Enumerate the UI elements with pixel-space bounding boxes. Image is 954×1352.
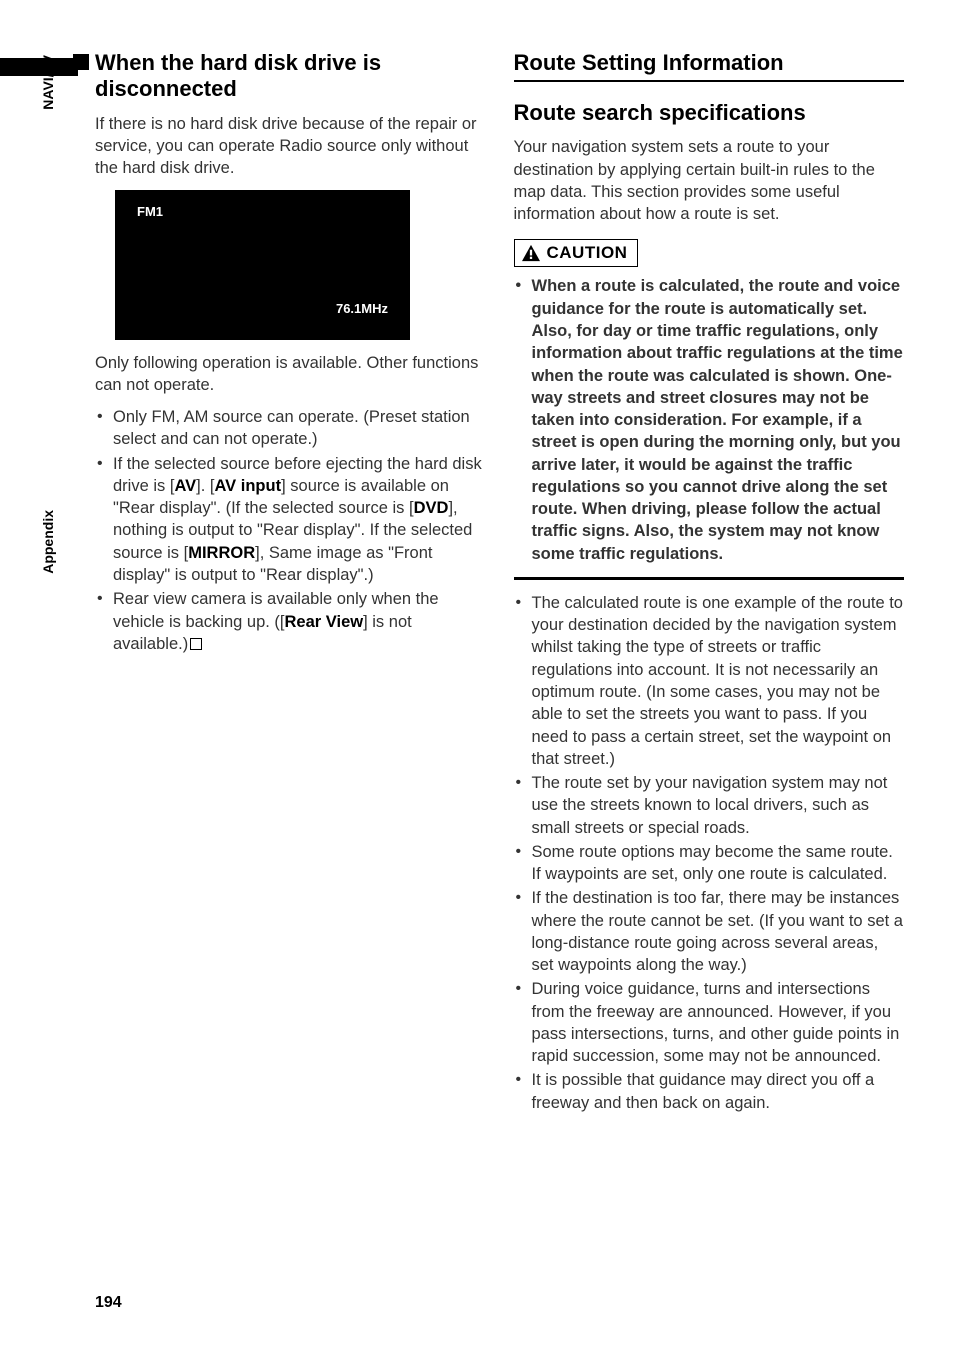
side-tab-appendix: Appendix: [40, 510, 56, 574]
left-bullet-1: Only FM, AM source can operate. (Preset …: [95, 406, 486, 451]
caution-bullet: When a route is calculated, the route an…: [514, 275, 905, 564]
end-marker-icon: [190, 638, 202, 650]
page-content: When the hard disk drive is disconnected…: [65, 50, 904, 1116]
left-column: When the hard disk drive is disconnected…: [95, 50, 486, 1116]
left-after-img: Only following operation is available. O…: [95, 352, 486, 397]
right-bullet-2: The route set by your navigation system …: [514, 772, 905, 839]
warning-triangle-icon: [521, 244, 541, 262]
right-section-title: Route Setting Information: [514, 50, 905, 82]
right-bullet-4: If the destination is too far, there may…: [514, 887, 905, 976]
caution-bullet-list: When a route is calculated, the route an…: [514, 275, 905, 579]
right-bullet-6: It is possible that guidance may direct …: [514, 1069, 905, 1114]
radio-screenshot: FM1 76.1MHz: [115, 190, 410, 340]
left-bullet-list: Only FM, AM source can operate. (Preset …: [95, 406, 486, 655]
right-bullet-1: The calculated route is one example of t…: [514, 592, 905, 770]
radio-band-label: FM1: [137, 204, 163, 219]
side-tab-naviav: NAVI/AV: [40, 55, 56, 110]
caution-label: CAUTION: [547, 243, 628, 263]
page-number: 194: [95, 1294, 122, 1312]
heading-accent-bar: [0, 58, 78, 76]
left-bullet-3: Rear view camera is available only when …: [95, 588, 486, 655]
right-intro: Your navigation system sets a route to y…: [514, 136, 905, 225]
left-bullet-2: If the selected source before ejecting t…: [95, 453, 486, 587]
radio-frequency-label: 76.1MHz: [336, 301, 388, 316]
right-bullet-3: Some route options may become the same r…: [514, 841, 905, 886]
left-heading: When the hard disk drive is disconnected: [95, 50, 486, 103]
right-subheading: Route search specifications: [514, 100, 905, 126]
right-column: Route Setting Information Route search s…: [514, 50, 905, 1116]
right-bullet-5: During voice guidance, turns and interse…: [514, 978, 905, 1067]
right-bullet-list: The calculated route is one example of t…: [514, 592, 905, 1114]
caution-box: CAUTION: [514, 239, 639, 267]
left-intro: If there is no hard disk drive because o…: [95, 113, 486, 180]
